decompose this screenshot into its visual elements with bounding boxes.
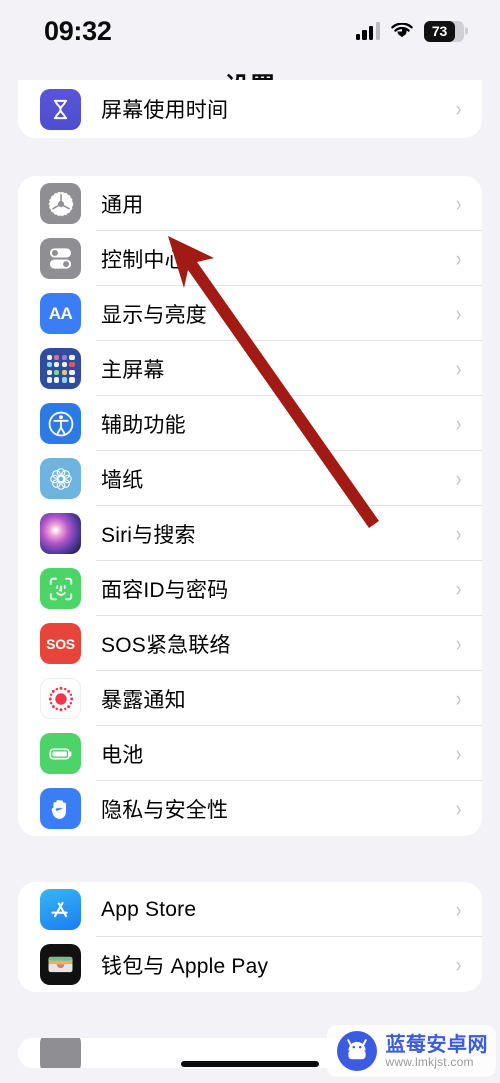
chevron-right-icon: › [455, 685, 462, 711]
settings-row-label: 面容ID与密码 [101, 578, 229, 602]
battery-settings-icon [40, 733, 81, 774]
status-bar-time: 09:32 [44, 15, 112, 46]
emergency-sos-icon: SOS [40, 623, 81, 664]
chevron-right-icon: › [455, 951, 462, 977]
chevron-right-icon: › [455, 96, 462, 121]
wifi-icon: ◕ [391, 21, 413, 42]
watermark-url: www.lmkjst.com [385, 1054, 474, 1069]
settings-scroll-view[interactable]: 屏幕使用时间 › 通用 › 控制中心 › AA 显示与亮度 › 主屏幕 › 辅助… [0, 80, 500, 1083]
privacy-hand-icon [40, 788, 81, 829]
cellular-signal-icon [355, 22, 380, 40]
settings-row-label: 屏幕使用时间 [101, 99, 229, 122]
settings-row-label: 墙纸 [101, 468, 144, 492]
settings-row-label: 隐私与安全性 [101, 798, 229, 822]
face-id-icon [40, 568, 81, 609]
chevron-right-icon: › [455, 410, 462, 436]
settings-row-exposure-notifications[interactable]: 暴露通知 › [18, 671, 482, 726]
home-screen-icon [40, 348, 81, 389]
status-bar-icons: ◕ 73 [355, 20, 468, 42]
control-center-icon [40, 238, 81, 279]
settings-group-system: 通用 › 控制中心 › AA 显示与亮度 › 主屏幕 › 辅助功能 › 墙纸 ›… [18, 176, 482, 836]
chevron-right-icon: › [455, 465, 462, 491]
settings-row-label: 钱包与 Apple Pay [101, 954, 269, 978]
settings-row-label: 辅助功能 [101, 413, 186, 437]
settings-row-emergency-sos[interactable]: SOS SOS紧急联络 › [18, 616, 482, 671]
exposure-notification-icon [40, 678, 81, 719]
status-bar: 09:32 ◕ 73 [0, 0, 500, 62]
accessibility-icon [40, 403, 81, 444]
settings-row-screen-time[interactable]: 屏幕使用时间 › [18, 80, 482, 138]
chevron-right-icon: › [455, 245, 462, 271]
chevron-right-icon: › [455, 896, 462, 922]
gear-icon [40, 183, 81, 224]
partial-icon [40, 1038, 81, 1068]
chevron-right-icon: › [455, 795, 462, 821]
settings-row-siri-search[interactable]: Siri与搜索 › [18, 506, 482, 561]
settings-row-battery[interactable]: 电池 › [18, 726, 482, 781]
settings-row-label: 控制中心 [101, 248, 186, 272]
watermark: 蓝莓安卓网 www.lmkjst.com [326, 1025, 496, 1077]
android-robot-icon [336, 1031, 377, 1071]
screen-time-icon [40, 88, 81, 130]
settings-row-wallet-apple-pay[interactable]: 钱包与 Apple Pay › [18, 937, 482, 992]
settings-row-label: 主屏幕 [101, 358, 165, 382]
settings-row-wallpaper[interactable]: 墙纸 › [18, 451, 482, 506]
settings-row-general[interactable]: 通用 › [18, 176, 482, 231]
settings-row-privacy-security[interactable]: 隐私与安全性 › [18, 781, 482, 836]
chevron-right-icon: › [455, 575, 462, 601]
settings-row-accessibility[interactable]: 辅助功能 › [18, 396, 482, 451]
chevron-right-icon: › [455, 300, 462, 326]
settings-row-control-center[interactable]: 控制中心 › [18, 231, 482, 286]
battery-percentage: 73 [431, 23, 448, 39]
settings-row-app-store[interactable]: App Store › [18, 882, 482, 937]
settings-row-label: 暴露通知 [101, 688, 186, 712]
chevron-right-icon: › [455, 190, 462, 216]
battery-icon: 73 [424, 20, 468, 42]
settings-row-face-id-passcode[interactable]: 面容ID与密码 › [18, 561, 482, 616]
wallpaper-icon [40, 458, 81, 499]
app-store-icon [40, 889, 81, 930]
watermark-site-name: 蓝莓安卓网 [385, 1033, 488, 1056]
chevron-right-icon: › [455, 740, 462, 766]
settings-row-label: Siri与搜索 [101, 523, 196, 547]
settings-row-label: 显示与亮度 [101, 303, 207, 327]
settings-group-screen-time: 屏幕使用时间 › [18, 80, 482, 138]
chevron-right-icon: › [455, 355, 462, 381]
settings-row-label: App Store [101, 897, 197, 921]
siri-icon [40, 513, 81, 554]
chevron-right-icon: › [455, 630, 462, 656]
settings-row-label: SOS紧急联络 [101, 633, 231, 657]
settings-row-label: 电池 [101, 743, 144, 767]
chevron-right-icon: › [455, 520, 462, 546]
wallet-icon [40, 944, 81, 985]
settings-group-store: App Store › 钱包与 Apple Pay › [18, 882, 482, 992]
settings-row-label: 通用 [101, 193, 144, 217]
display-brightness-icon: AA [40, 293, 81, 334]
home-indicator [181, 1061, 319, 1067]
settings-row-home-screen[interactable]: 主屏幕 › [18, 341, 482, 396]
settings-row-display-brightness[interactable]: AA 显示与亮度 › [18, 286, 482, 341]
